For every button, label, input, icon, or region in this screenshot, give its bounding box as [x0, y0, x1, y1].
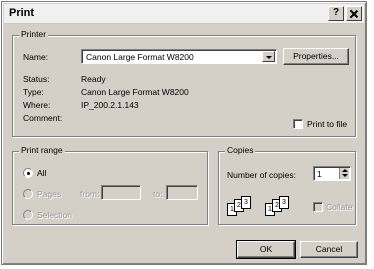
pages-radio[interactable] — [23, 189, 33, 199]
printer-group: Printer Name: Canon Large Format W8200 P… — [12, 29, 356, 137]
chevron-down-icon[interactable] — [262, 51, 275, 62]
close-button[interactable] — [346, 6, 362, 21]
where-label: Where: — [23, 100, 51, 110]
help-button[interactable]: ? — [328, 6, 344, 21]
dialog-title: Print — [9, 7, 35, 19]
name-label: Name: — [23, 52, 49, 62]
copies-group-label: Copies — [225, 145, 256, 155]
printer-group-label: Printer — [19, 29, 49, 39]
type-label: Type: — [23, 87, 44, 97]
collate-pages-icon: 1 2 3 — [227, 196, 253, 218]
print-range-group-label: Print range — [19, 145, 65, 155]
print-to-file-label[interactable]: Print to file — [307, 119, 347, 129]
comment-label: Comment: — [23, 113, 63, 123]
print-range-group: Print range All Pages from: to: Selectio… — [12, 145, 208, 225]
status-label: Status: — [23, 74, 50, 84]
copies-group: Copies Number of copies: 1 1 2 3 1 2 3 C… — [218, 145, 356, 225]
to-label: to: — [153, 189, 163, 199]
type-value: Canon Large Format W8200 — [81, 87, 189, 97]
printer-name-value: Canon Large Format W8200 — [86, 52, 194, 62]
collate-page-3: 3 — [241, 196, 251, 209]
collate-checkbox[interactable] — [313, 202, 323, 212]
selection-radio[interactable] — [23, 210, 33, 220]
to-page-input[interactable] — [166, 185, 198, 200]
cancel-button[interactable]: Cancel — [300, 241, 358, 258]
all-radio[interactable] — [23, 168, 33, 178]
collate-label[interactable]: Collate — [326, 202, 352, 212]
pages-label[interactable]: Pages — [37, 189, 61, 199]
printer-name-select[interactable]: Canon Large Format W8200 — [81, 49, 277, 64]
where-value: IP_200.2.1.143 — [81, 100, 139, 110]
from-page-input[interactable] — [101, 185, 141, 200]
status-value: Ready — [81, 74, 106, 84]
collate-page-3: 3 — [279, 196, 289, 209]
from-label: from: — [80, 189, 100, 199]
number-of-copies-value: 1 — [317, 169, 322, 179]
selection-label[interactable]: Selection — [37, 210, 72, 220]
print-dialog: Print ? Printer Name: Canon Large Format… — [1, 1, 367, 265]
ok-button[interactable]: OK — [236, 240, 296, 259]
number-of-copies-input[interactable]: 1 — [313, 166, 351, 181]
print-to-file-checkbox[interactable] — [293, 119, 303, 129]
number-of-copies-label: Number of copies: — [227, 170, 296, 180]
spinner-icon[interactable] — [339, 168, 349, 179]
collate-pages-icon-2: 1 2 3 — [265, 196, 291, 218]
all-label[interactable]: All — [37, 168, 46, 178]
title-bar: Print ? — [4, 4, 364, 24]
properties-button[interactable]: Properties... — [283, 48, 349, 65]
